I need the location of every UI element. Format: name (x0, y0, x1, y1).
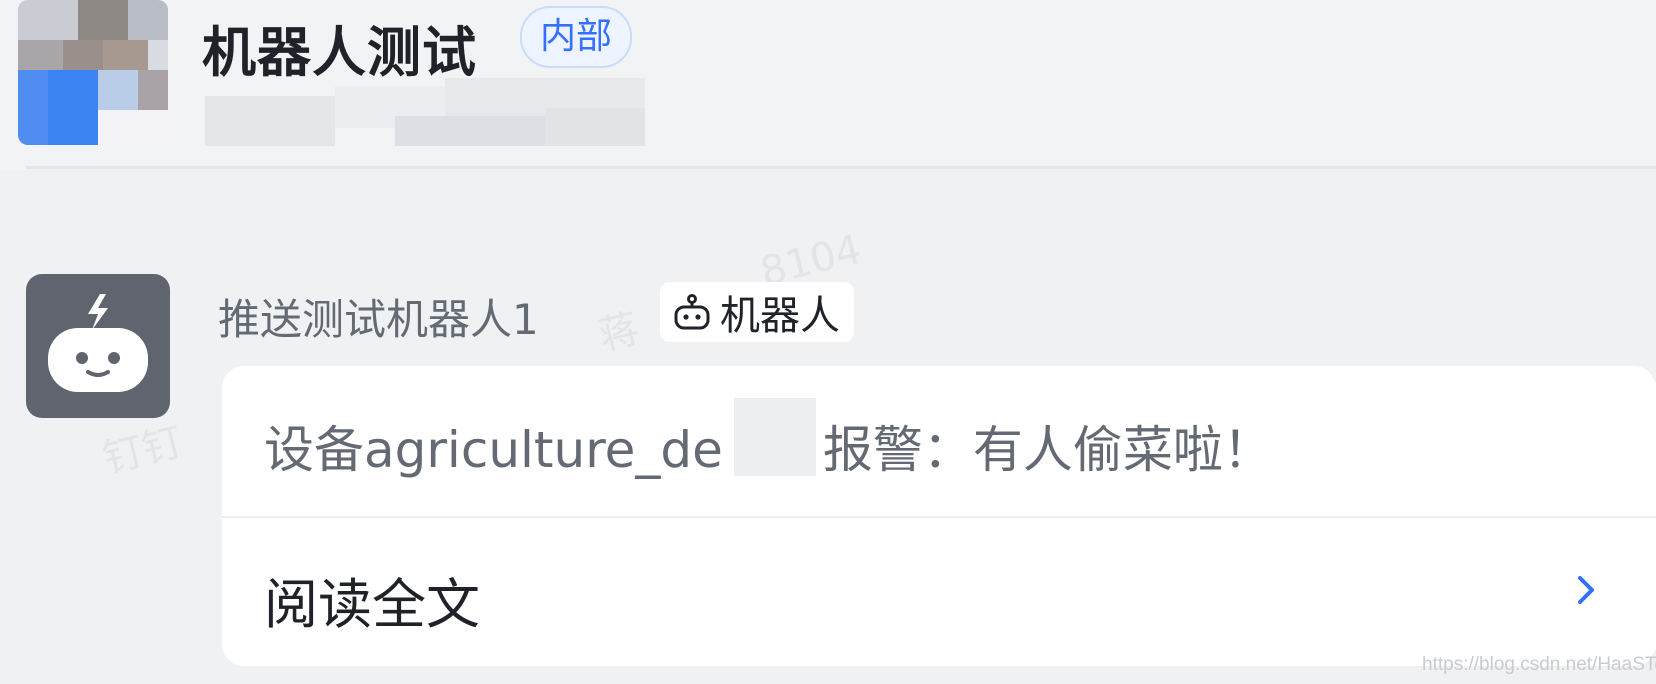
header-divider (26, 166, 1656, 169)
watermark-app: 钉钉 (98, 418, 188, 483)
chevron-right-icon (1578, 576, 1594, 604)
robot-face-icon (48, 294, 148, 392)
bot-avatar[interactable] (26, 274, 170, 418)
chat-header: 机器人测试 内部 (0, 0, 1656, 170)
message-card[interactable]: 设备agriculture_de 报警：有人偷菜啦！ 阅读全文 (222, 366, 1656, 666)
redacted-group-info (205, 78, 645, 146)
read-more-label: 阅读全文 (264, 573, 480, 636)
sender-name: 推送测试机器人1 (218, 295, 539, 344)
robot-icon (674, 294, 710, 330)
internal-badge: 内部 (520, 6, 633, 68)
url-watermark: https://blog.csdn.net/HaaSTech (1422, 654, 1656, 675)
bot-tag: 机器人 (660, 282, 854, 342)
group-avatar[interactable] (18, 0, 168, 145)
bot-tag-label: 机器人 (720, 293, 840, 339)
redacted-device-id (734, 398, 816, 476)
group-title: 机器人测试 (202, 21, 477, 84)
watermark-name: 蒋 (593, 305, 644, 361)
read-more-button[interactable]: 阅读全文 (222, 518, 1656, 666)
